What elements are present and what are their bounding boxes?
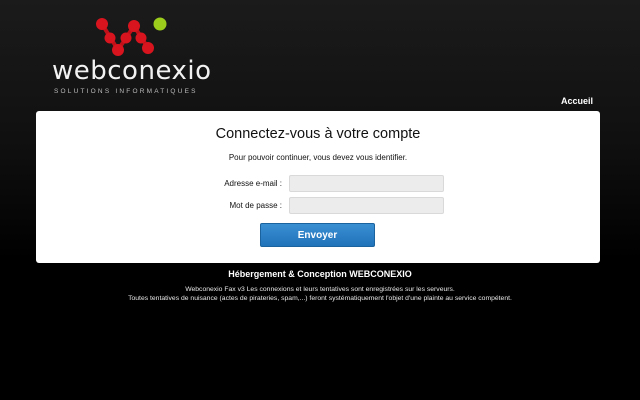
login-card: Connectez-vous à votre compte Pour pouvo…: [36, 111, 600, 263]
login-title: Connectez-vous à votre compte: [215, 126, 421, 142]
brand-name: webconexio: [52, 56, 212, 86]
logo-molecule-icon: [96, 17, 167, 56]
nav-home-link[interactable]: Accueil: [561, 96, 593, 106]
email-field[interactable]: [289, 175, 444, 192]
brand-logo[interactable]: webconexio SOLUTIONS INFORMATIQUES: [52, 14, 222, 95]
email-label: Adresse e-mail :: [224, 179, 282, 188]
password-label: Mot de passe :: [229, 201, 282, 210]
submit-button[interactable]: Envoyer: [260, 223, 375, 247]
brand-tagline: SOLUTIONS INFORMATIQUES: [54, 88, 198, 95]
footer-notice-line-1: Webconexio Fax v3 Les connexions et leur…: [185, 286, 455, 293]
password-field[interactable]: [289, 197, 444, 214]
footer-title: Hébergement & Conception WEBCONEXIO: [228, 269, 412, 279]
footer-notice-line-2: Toutes tentatives de nuisance (actes de …: [128, 295, 512, 302]
page: webconexio SOLUTIONS INFORMATIQUES Accue…: [0, 0, 640, 400]
login-subtitle: Pour pouvoir continuer, vous devez vous …: [228, 153, 408, 162]
